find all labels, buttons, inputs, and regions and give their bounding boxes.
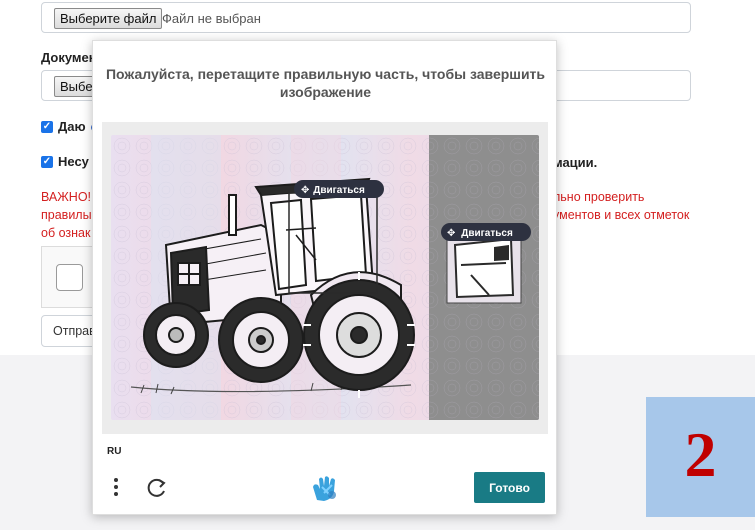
warning-line-2-end: ументов и всех отметок xyxy=(553,208,690,222)
documents-label: Докумен xyxy=(41,50,97,65)
checkbox-checked-icon[interactable]: ✓ xyxy=(41,155,53,168)
move-arrows-icon: ✥ xyxy=(447,228,455,239)
done-button[interactable]: Готово xyxy=(474,472,545,503)
captcha-checkbox[interactable] xyxy=(56,264,83,291)
language-label[interactable]: RU xyxy=(107,446,121,457)
move-label-main-text: Двигаться xyxy=(313,185,365,196)
puzzle-piece[interactable] xyxy=(446,232,522,304)
overlay-number: 2 xyxy=(684,419,717,490)
checkbox-checked-icon[interactable]: ✓ xyxy=(41,120,53,133)
warning-line-2: правилы xyxy=(41,208,92,222)
hand-logo-icon xyxy=(310,473,340,503)
responsibility-checkbox-row[interactable]: ✓ Несу xyxy=(41,154,89,169)
puzzle-area: Двигаться ✥ Двигаться ✥ xyxy=(102,122,548,434)
captcha-instruction: Пожалуйста, перетащите правильную часть,… xyxy=(105,66,546,100)
choose-file-button[interactable]: Выберите файл xyxy=(54,8,163,29)
consent-label: Даю xyxy=(58,119,86,134)
warning-line-3: об ознак xyxy=(41,226,91,240)
captcha-modal: Пожалуйста, перетащите правильную часть,… xyxy=(92,40,557,515)
file-status-text: Файл не выбран xyxy=(162,11,261,26)
consent-checkbox-row[interactable]: ✓ Даю с xyxy=(41,119,98,134)
responsibility-label-end: мации. xyxy=(553,155,598,170)
move-arrows-icon: ✥ xyxy=(301,185,309,196)
puzzle-image: Двигаться ✥ Двигаться ✥ xyxy=(111,135,539,420)
warning-line-1: ВАЖНО! xyxy=(41,190,92,204)
move-label-piece-text: Двигаться xyxy=(461,228,513,239)
refresh-icon[interactable] xyxy=(146,477,168,499)
responsibility-label: Несу xyxy=(58,154,89,169)
warning-line-1-end: льно проверить xyxy=(553,190,645,204)
file-upload-field: Выберите файл Файл не выбран xyxy=(41,2,691,33)
more-menu-icon[interactable] xyxy=(108,475,124,499)
number-overlay: 2 xyxy=(646,397,755,517)
